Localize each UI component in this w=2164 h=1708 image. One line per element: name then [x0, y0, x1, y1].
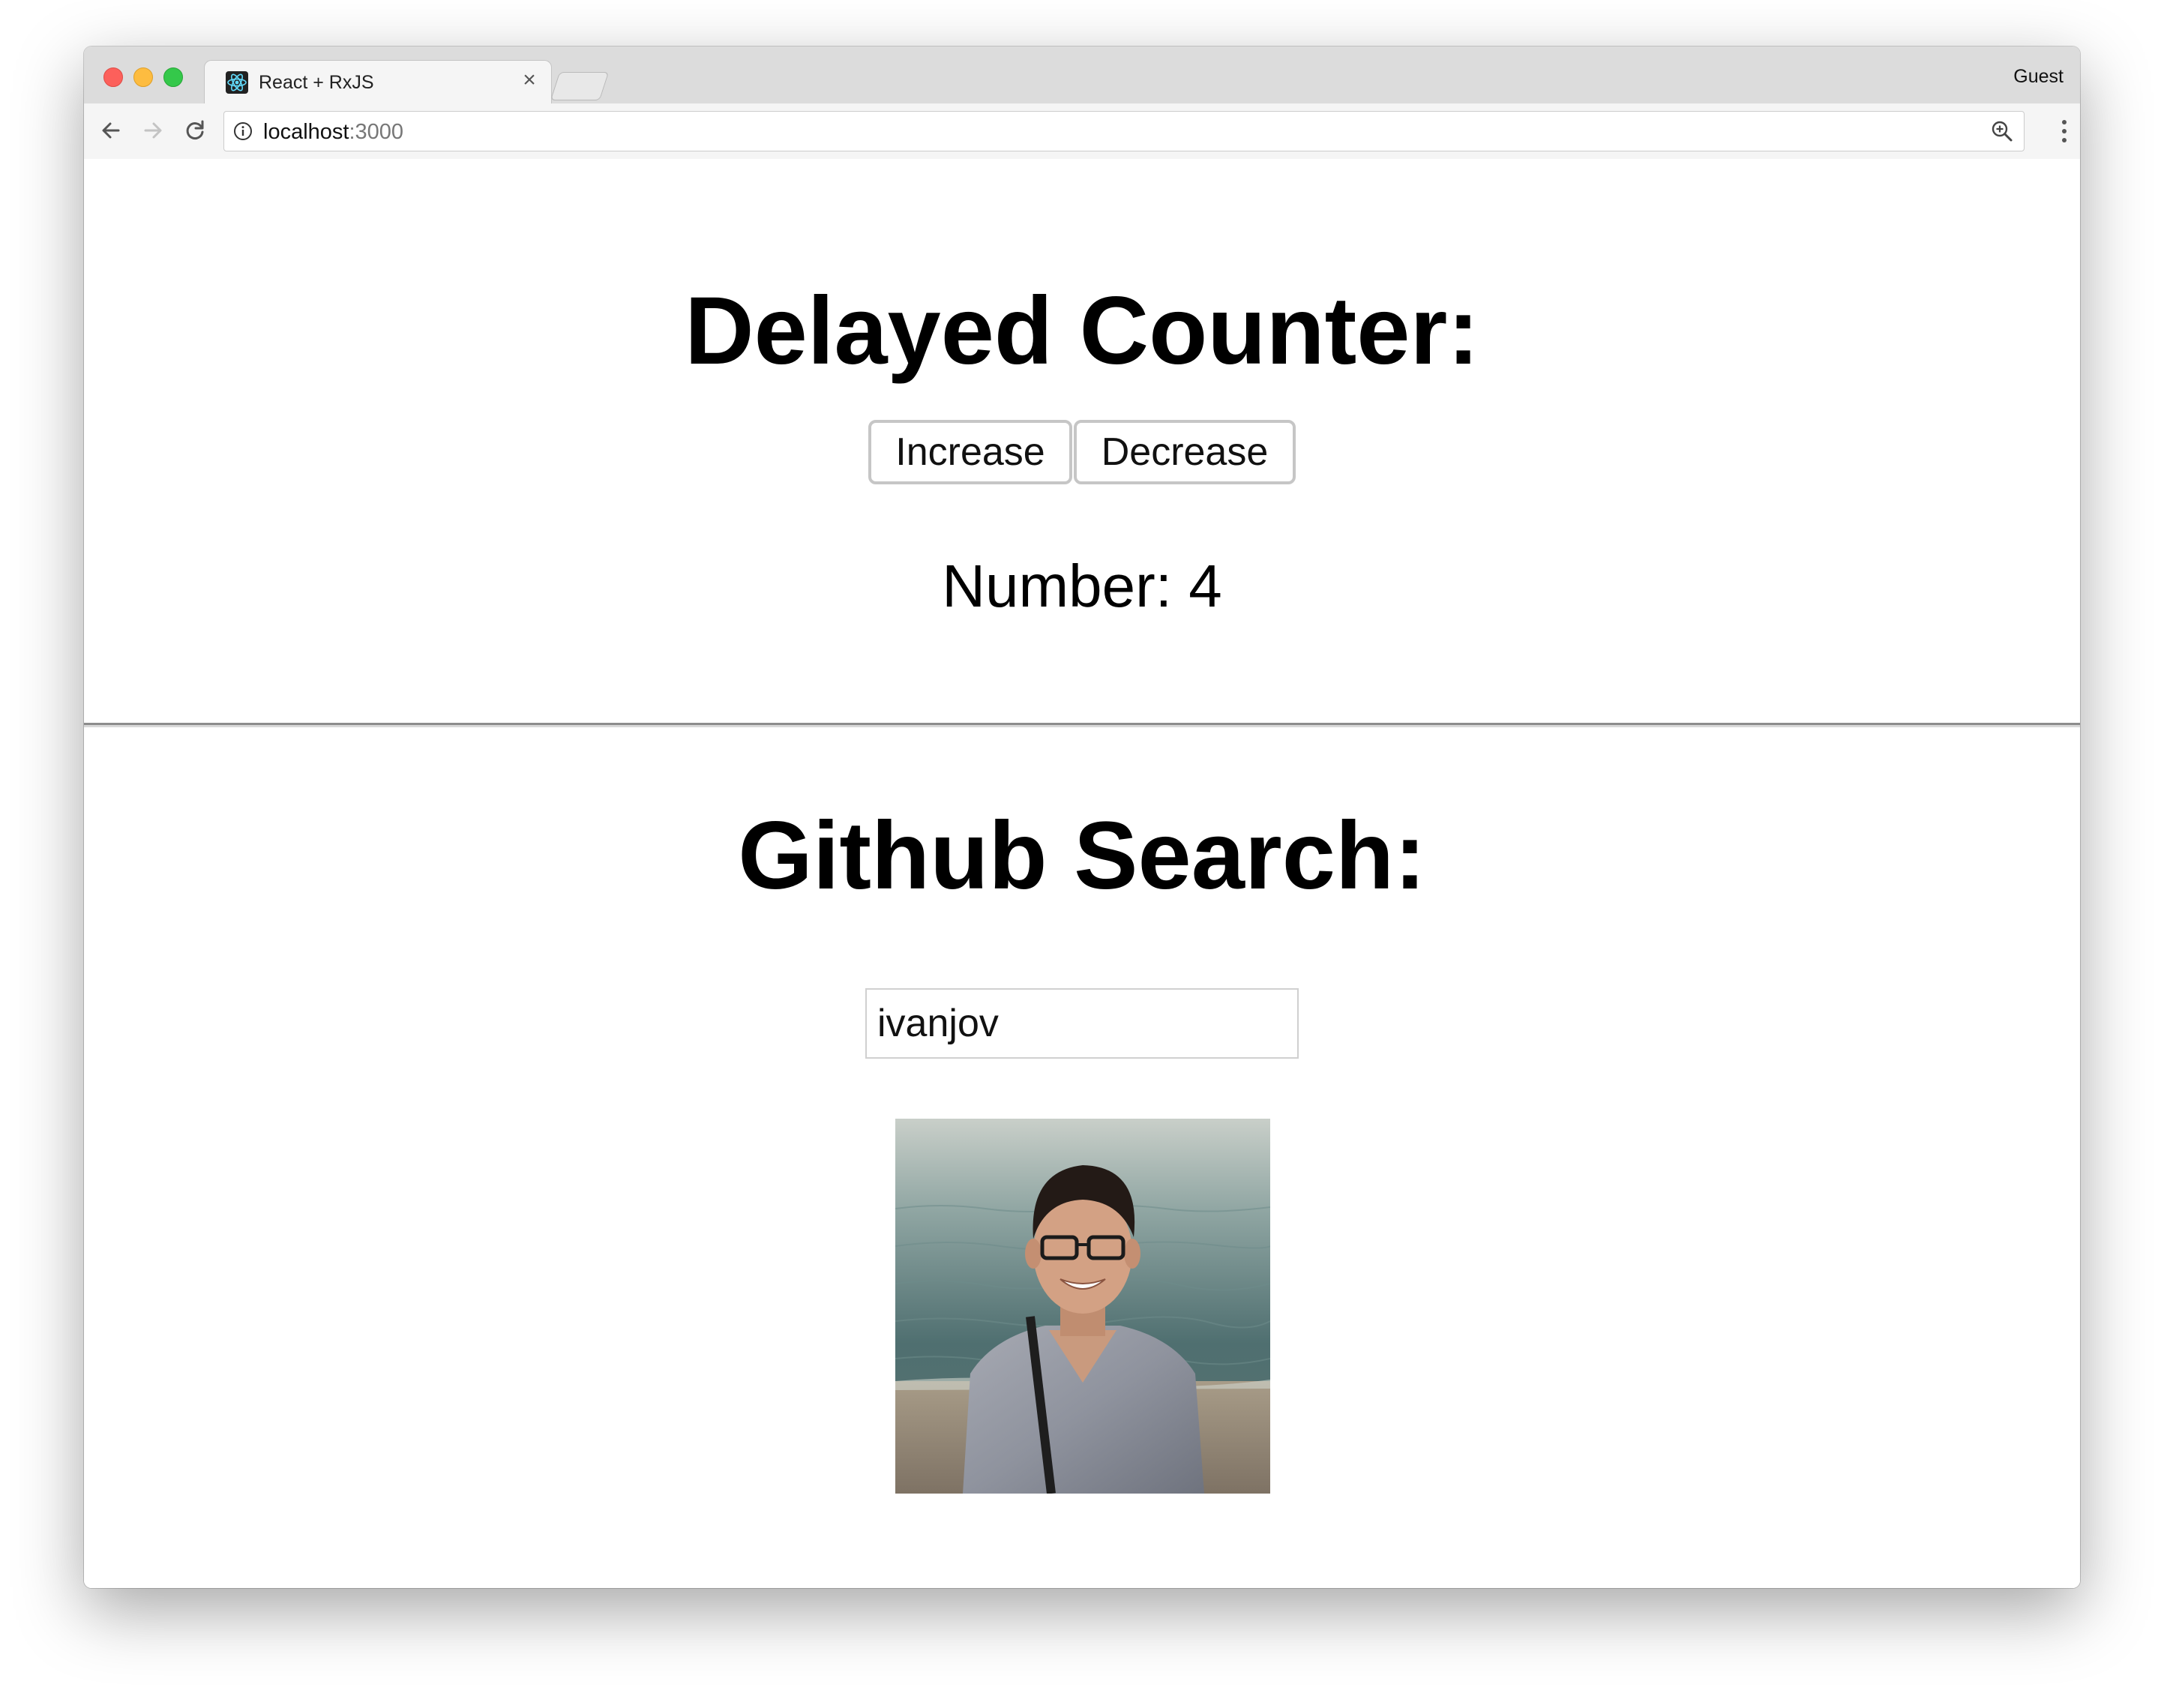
maximize-window-button[interactable] — [163, 67, 183, 87]
url-host: localhost — [263, 120, 349, 144]
number-label: Number: — [942, 553, 1173, 619]
tab-strip: React + RxJS × Guest — [84, 46, 2080, 104]
url-port: :3000 — [349, 120, 404, 144]
info-icon[interactable] — [233, 121, 253, 141]
arrow-left-icon[interactable] — [96, 115, 126, 145]
close-window-button[interactable] — [103, 67, 123, 87]
address-bar[interactable]: localhost:3000 — [223, 111, 2025, 151]
search-title: Github Search: — [738, 802, 1426, 909]
section-divider — [84, 723, 2080, 727]
browser-toolbar: localhost:3000 — [84, 103, 2080, 160]
new-tab-button[interactable] — [550, 72, 610, 100]
tab-close-icon[interactable]: × — [518, 67, 541, 92]
browser-window: React + RxJS × Guest localhost:3000 Dela… — [84, 46, 2080, 1588]
decrease-button[interactable]: Decrease — [1074, 420, 1296, 484]
tab-active[interactable]: React + RxJS × — [204, 60, 552, 104]
tab-title: React + RxJS — [259, 72, 374, 93]
page-content: Delayed Counter: Increase Decrease Numbe… — [84, 159, 2080, 1588]
reload-icon[interactable] — [180, 115, 210, 145]
profile-label[interactable]: Guest — [2013, 66, 2064, 88]
counter-buttons: Increase Decrease — [84, 420, 2080, 489]
arrow-right-icon[interactable] — [138, 115, 168, 145]
minimize-window-button[interactable] — [133, 67, 153, 87]
avatar — [895, 1119, 1270, 1494]
github-search-input[interactable] — [865, 988, 1299, 1059]
number-value: 4 — [1188, 553, 1222, 619]
counter-title: Delayed Counter: — [685, 277, 1479, 385]
react-logo-icon — [226, 71, 248, 94]
zoom-icon[interactable] — [1991, 120, 2013, 142]
counter-number: Number: 4 — [84, 552, 2080, 621]
increase-button[interactable]: Increase — [868, 420, 1072, 484]
url-text[interactable]: localhost:3000 — [263, 120, 403, 145]
vertical-dots-icon[interactable] — [2061, 118, 2068, 144]
